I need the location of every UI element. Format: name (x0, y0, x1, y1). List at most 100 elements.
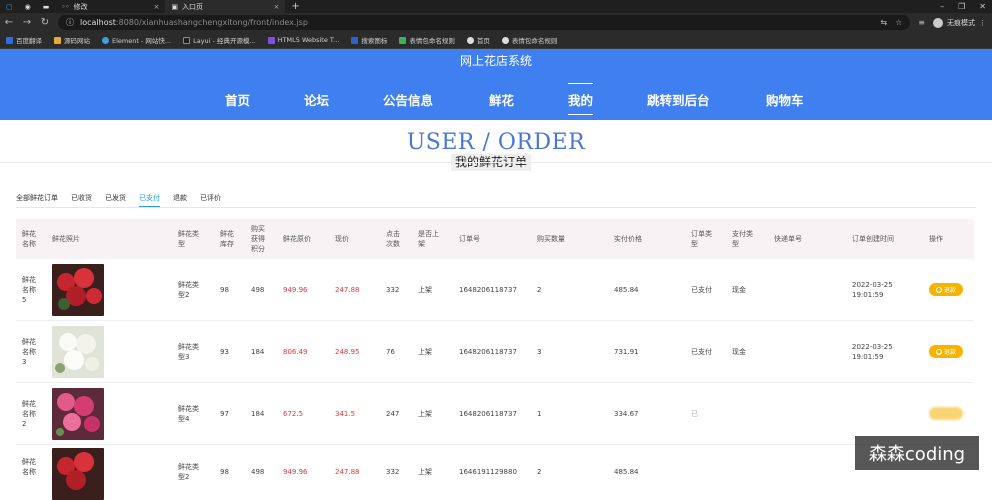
order-paid: 485.84 (614, 468, 639, 476)
close-window-icon[interactable]: ✕ (979, 0, 986, 13)
col-qty: 购买数量 (537, 235, 565, 243)
url-input[interactable]: ⓘ localhost:8080/xianhuashangchengxitong… (58, 15, 911, 30)
nav-mine[interactable]: 我的 (568, 83, 594, 115)
bookmark-icon (6, 36, 13, 44)
refund-icon: ● (935, 286, 942, 293)
col-order-type: 订单类型 (691, 230, 712, 248)
refund-button[interactable]: ● 退款 (929, 345, 963, 358)
globe-icon (501, 36, 509, 44)
flower-shelf: 上架 (418, 286, 432, 294)
flower-type: 鲜花类型2 (178, 281, 199, 299)
col-pay-type: 支付类型 (732, 230, 753, 248)
tab-favicon-icon: ▢ (6, 2, 13, 11)
flower-stock: 98 (220, 468, 229, 476)
table-row: 鲜花名称5 鲜花类型2 98 498 949.96 247.88 332 上架 … (16, 259, 974, 321)
order-tabs: 全部鲜花订单 已收货 已发货 已支付 退款 已评价 (16, 193, 234, 207)
address-bar-row: ← → ↻ ⓘ localhost:8080/xianhuashangcheng… (0, 13, 992, 32)
browser-tab-3[interactable]: ◦◦ 修改 × (55, 0, 165, 13)
media-icon[interactable]: ≡ (918, 18, 925, 27)
minimize-icon[interactable]: – (940, 0, 944, 13)
flower-points: 184 (251, 348, 265, 356)
col-price: 现价 (335, 235, 349, 243)
flower-stock: 93 (220, 348, 229, 356)
back-icon[interactable]: ← (4, 17, 14, 28)
nav-cart[interactable]: 购物车 (766, 90, 804, 109)
bookmark-icon (351, 36, 359, 44)
bookmark-6[interactable]: 表情包命名规则 (399, 35, 455, 45)
browser-tab-1[interactable]: ◉ (19, 0, 37, 13)
refund-button[interactable]: ● 退款 (929, 283, 963, 296)
flower-photo[interactable] (52, 448, 104, 500)
bookmark-4[interactable]: HTML5 Website T... (267, 36, 339, 44)
nav-forum[interactable]: 论坛 (304, 90, 329, 109)
bookmark-5[interactable]: 搜索图标 (351, 35, 387, 45)
watermark: 森森coding (855, 436, 979, 470)
flower-stock: 97 (220, 410, 229, 418)
refund-button[interactable] (929, 407, 963, 420)
bookmark-8[interactable]: 表情包命名规则 (501, 35, 557, 45)
pay-type: 现金 (732, 286, 746, 294)
order-number: 1648206118737 (459, 348, 517, 356)
order-number: 1646191129880 (459, 468, 517, 476)
flower-name: 鲜花名称3 (22, 338, 36, 366)
bookmark-0[interactable]: 百度翻译 (6, 35, 42, 45)
col-name: 鲜花名称 (22, 230, 36, 248)
order-type: 已支付 (691, 348, 712, 356)
info-icon[interactable]: ⓘ (66, 17, 74, 28)
tab-reviewed[interactable]: 已评价 (200, 193, 221, 207)
new-tab-button[interactable]: + (285, 1, 305, 12)
restore-icon[interactable]: ❐ (958, 0, 965, 13)
tab-refund[interactable]: 退款 (173, 193, 187, 207)
flower-image (52, 448, 104, 500)
flower-photo[interactable] (52, 326, 104, 378)
col-created: 订单创建时间 (852, 235, 894, 243)
browser-tab-4[interactable]: ▣ 入口页 × (165, 0, 286, 13)
tab-all-orders[interactable]: 全部鲜花订单 (16, 193, 58, 207)
flower-clicks: 332 (386, 286, 400, 294)
profile-button[interactable]: 无痕模式 ⋮ (933, 17, 986, 28)
browser-tab-2[interactable]: ▬ (37, 0, 56, 13)
bookmark-2[interactable]: Element - 网站快... (102, 35, 171, 45)
order-qty: 1 (537, 410, 542, 418)
page-icon: ▣ (171, 2, 178, 11)
table-row: 鲜花名称2 鲜花类型4 97 184 672.5 341.5 247 上架 16… (16, 383, 974, 445)
close-icon[interactable]: × (153, 3, 159, 11)
flower-name: 鲜花名称5 (22, 276, 36, 304)
blur-overlay (846, 397, 906, 427)
star-icon[interactable]: ☆ (895, 18, 902, 27)
nav-backend[interactable]: 跳转到后台 (647, 90, 710, 109)
nav-home[interactable]: 首页 (225, 90, 250, 109)
globe-icon: ◉ (24, 2, 31, 11)
blur-overlay (692, 397, 762, 427)
divider (16, 207, 976, 208)
flower-photo[interactable] (52, 264, 104, 316)
col-clicks: 点击次数 (386, 230, 400, 248)
tab-received[interactable]: 已收货 (71, 193, 92, 207)
forward-icon[interactable]: → (22, 17, 32, 28)
tab-paid[interactable]: 已支付 (139, 193, 160, 207)
browser-tab-0[interactable]: ▢ (0, 0, 19, 13)
col-express: 快递单号 (774, 235, 802, 243)
col-action: 操作 (929, 235, 943, 243)
bookmark-7[interactable]: 首页 (466, 35, 490, 45)
translate-icon[interactable]: ⇆ (880, 18, 887, 27)
order-type: 已支付 (691, 286, 712, 294)
nav-notice[interactable]: 公告信息 (383, 90, 433, 109)
col-shelf: 是否上架 (418, 230, 439, 248)
table-header: 鲜花名称 鲜花照片 鲜花类型 鲜花库存 购买获得积分 鲜花原价 现价 点击次数 … (16, 219, 974, 259)
flower-image (52, 388, 104, 440)
tab-shipped[interactable]: 已发货 (105, 193, 126, 207)
col-paid: 实付价格 (614, 235, 642, 243)
nav-flowers[interactable]: 鲜花 (489, 90, 514, 109)
bookmark-1[interactable]: 源码网站 (54, 35, 90, 45)
flower-photo[interactable] (52, 388, 104, 440)
flower-name: 鲜花名称2 (22, 400, 36, 428)
close-icon[interactable]: × (273, 3, 279, 11)
order-created: 2022-03-25 19:01:59 (852, 281, 893, 299)
flower-price: 341.5 (335, 410, 356, 418)
bookmark-3[interactable]: Layui - 经典开源模... (183, 35, 256, 45)
flower-points: 498 (251, 286, 265, 294)
col-order-no: 订单号 (459, 235, 480, 243)
reload-icon[interactable]: ↻ (40, 17, 50, 28)
flower-clicks: 332 (386, 468, 400, 476)
